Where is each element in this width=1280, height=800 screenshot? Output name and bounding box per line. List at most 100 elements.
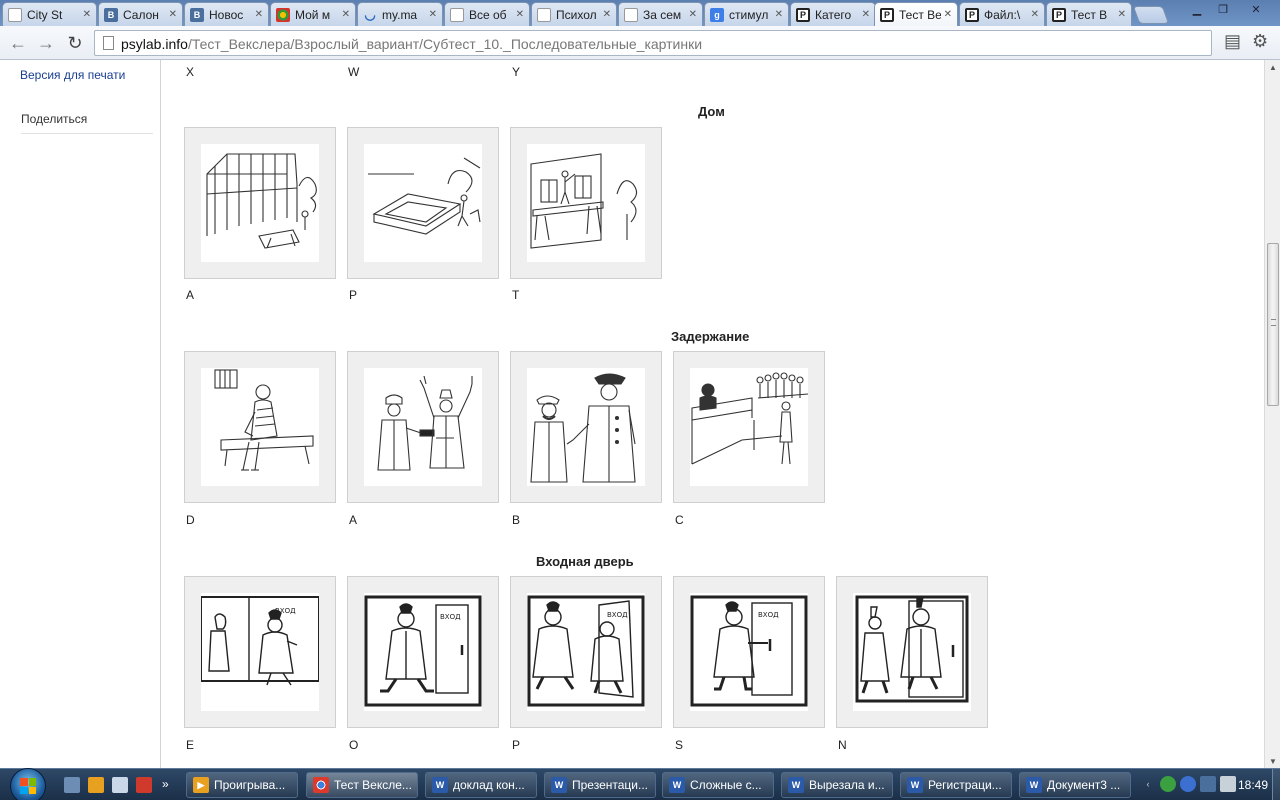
reload-icon[interactable]: ↻ bbox=[63, 31, 87, 55]
psylab-icon: P bbox=[1052, 7, 1066, 22]
start-button[interactable] bbox=[10, 768, 46, 800]
scroll-up-icon[interactable]: ▲ bbox=[1265, 60, 1280, 74]
network-icon[interactable] bbox=[1160, 776, 1176, 792]
close-icon[interactable]: ✕ bbox=[169, 9, 177, 20]
card-label: P bbox=[512, 738, 521, 752]
browser-tab[interactable]: City St ✕ bbox=[2, 2, 97, 26]
show-desktop-quicklaunch-icon[interactable] bbox=[64, 777, 80, 793]
print-version-link[interactable]: Версия для печати bbox=[20, 68, 125, 82]
card-label: W bbox=[348, 65, 360, 79]
browser-tab[interactable]: Психол ✕ bbox=[531, 2, 617, 26]
new-tab-button[interactable] bbox=[1132, 6, 1170, 24]
close-icon[interactable]: ✕ bbox=[516, 9, 524, 20]
taskbar-button[interactable]: W Вырезала и... bbox=[781, 772, 893, 798]
close-icon[interactable]: ✕ bbox=[1118, 9, 1126, 20]
taskbar-button-active[interactable]: Тест Вексле... bbox=[306, 772, 418, 798]
tray-expand-icon[interactable]: ‹ bbox=[1140, 776, 1156, 792]
clock[interactable]: 18:49 bbox=[1238, 778, 1268, 792]
web-page: Версия для печати Поделиться X W Y Дом A… bbox=[0, 60, 1264, 768]
close-icon[interactable]: ✕ bbox=[342, 9, 350, 20]
card-label: O bbox=[349, 738, 359, 752]
close-icon[interactable]: ✕ bbox=[255, 9, 263, 20]
close-icon[interactable]: ✕ bbox=[83, 9, 91, 20]
word-icon: W bbox=[669, 777, 685, 793]
minimize-icon[interactable]: ▁ bbox=[1184, 0, 1210, 19]
picture-card[interactable] bbox=[510, 351, 662, 503]
tab-label: my.ma bbox=[382, 7, 418, 22]
close-icon[interactable]: ✕ bbox=[689, 9, 697, 20]
browser-tab-active[interactable]: P Тест Ве ✕ bbox=[874, 2, 958, 26]
browser-tab[interactable]: g стимул ✕ bbox=[704, 2, 789, 26]
picture-card[interactable]: ВХОД bbox=[184, 576, 336, 728]
card-label: P bbox=[349, 288, 358, 302]
taskbar-label: Документ3 ... bbox=[1047, 778, 1121, 792]
battery-icon[interactable] bbox=[1220, 776, 1236, 792]
taskbar-button[interactable]: ▶ Проигрыва... bbox=[186, 772, 298, 798]
card-label: D bbox=[186, 513, 195, 527]
taskbar-button[interactable]: W Регистраци... bbox=[900, 772, 1012, 798]
taskbar-button[interactable]: W Сложные с... bbox=[662, 772, 774, 798]
browser-tab[interactable]: P Файл:\ ✕ bbox=[959, 2, 1045, 26]
explorer-quicklaunch-icon[interactable] bbox=[112, 777, 128, 793]
tab-label: City St bbox=[27, 7, 63, 22]
close-icon[interactable]: ✕ bbox=[429, 9, 437, 20]
scroll-thumb[interactable] bbox=[1267, 243, 1279, 406]
windows-logo-icon bbox=[20, 778, 36, 794]
media-player-quicklaunch-icon[interactable] bbox=[88, 777, 104, 793]
chevron-right-icon[interactable]: » bbox=[162, 777, 174, 793]
browser-tab[interactable]: Все об ✕ bbox=[444, 2, 530, 26]
wrench-icon[interactable]: ⚙ bbox=[1252, 31, 1268, 52]
page-icon bbox=[624, 7, 638, 22]
vertical-scrollbar[interactable]: ▲ ▼ bbox=[1264, 60, 1280, 768]
door-exit-image bbox=[853, 593, 971, 711]
picture-card[interactable] bbox=[673, 351, 825, 503]
close-icon[interactable]: ✕ bbox=[862, 9, 870, 20]
share-link[interactable]: Поделиться bbox=[21, 112, 87, 126]
picture-card[interactable] bbox=[510, 127, 662, 279]
url-path: /Тест_Векслера/Взрослый_вариант/Субтест_… bbox=[187, 36, 703, 52]
picture-card[interactable] bbox=[347, 351, 499, 503]
browser-tab[interactable]: За сем ✕ bbox=[618, 2, 703, 26]
close-icon[interactable]: ✕ bbox=[775, 9, 783, 20]
word-icon: W bbox=[432, 777, 448, 793]
browser-tab[interactable]: В Салон ✕ bbox=[98, 2, 183, 26]
language-icon[interactable] bbox=[1200, 776, 1216, 792]
maximize-icon[interactable]: ❐ bbox=[1210, 0, 1236, 19]
taskbar-label: Проигрыва... bbox=[214, 778, 286, 792]
close-icon[interactable]: ✕ bbox=[603, 9, 611, 20]
picture-card[interactable]: ВХОД bbox=[673, 576, 825, 728]
back-arrow-icon[interactable]: ← bbox=[6, 31, 30, 55]
taskbar-label: доклад кон... bbox=[453, 778, 525, 792]
document-quicklaunch-icon[interactable] bbox=[136, 777, 152, 793]
picture-card[interactable]: ВХОД bbox=[347, 576, 499, 728]
address-bar[interactable]: psylab.info/Тест_Векслера/Взрослый_вариа… bbox=[94, 30, 1212, 56]
tab-label: Все об bbox=[469, 7, 507, 22]
policeman-arrest-image bbox=[527, 368, 645, 486]
word-icon: W bbox=[788, 777, 804, 793]
picture-card[interactable]: ВХОД bbox=[510, 576, 662, 728]
browser-tab[interactable]: P Тест В ✕ bbox=[1046, 2, 1132, 26]
browser-tab[interactable]: В Новос ✕ bbox=[184, 2, 269, 26]
picture-card[interactable] bbox=[836, 576, 988, 728]
prisoner-bench-image bbox=[201, 368, 319, 486]
picture-card[interactable] bbox=[184, 351, 336, 503]
forward-arrow-icon[interactable]: → bbox=[34, 31, 58, 55]
browser-tab[interactable]: Мой м ✕ bbox=[270, 2, 356, 26]
close-icon[interactable]: ✕ bbox=[944, 9, 952, 20]
page-menu-icon[interactable]: ▤ bbox=[1224, 31, 1241, 52]
browser-tab[interactable]: ◡ my.ma ✕ bbox=[357, 2, 443, 26]
tab-label: Мой м bbox=[295, 7, 331, 22]
picture-card[interactable] bbox=[184, 127, 336, 279]
show-desktop-button[interactable] bbox=[1272, 769, 1280, 800]
taskbar-button[interactable]: W доклад кон... bbox=[425, 772, 537, 798]
close-icon[interactable]: ✕ bbox=[1031, 9, 1039, 20]
bluetooth-icon[interactable] bbox=[1180, 776, 1196, 792]
window-close-icon[interactable]: ✕ bbox=[1236, 0, 1276, 19]
taskbar-button[interactable]: W Документ3 ... bbox=[1019, 772, 1131, 798]
picture-card[interactable] bbox=[347, 127, 499, 279]
page-icon bbox=[103, 36, 114, 50]
browser-tab[interactable]: P Катего ✕ bbox=[790, 2, 876, 26]
psylab-icon: P bbox=[796, 7, 810, 22]
scroll-down-icon[interactable]: ▼ bbox=[1265, 754, 1280, 768]
taskbar-button[interactable]: W Презентаци... bbox=[544, 772, 656, 798]
